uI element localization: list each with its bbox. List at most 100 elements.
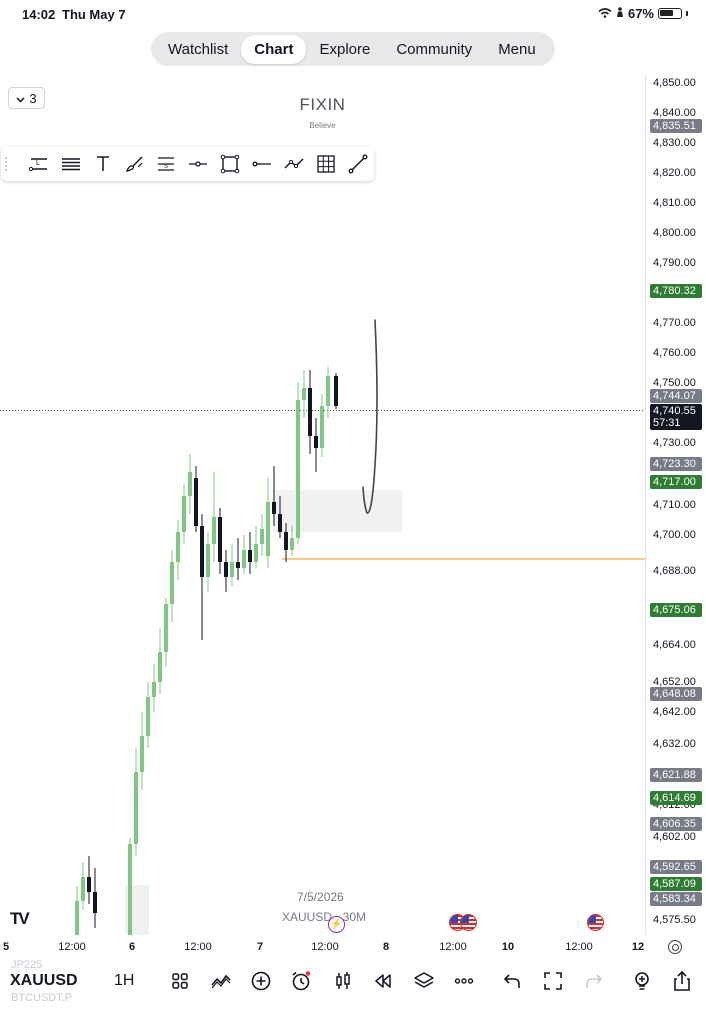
share-icon[interactable] xyxy=(670,969,694,993)
previous-symbol[interactable]: JP225 xyxy=(11,959,42,971)
replay-icon[interactable] xyxy=(371,969,395,993)
time-tick: 7 xyxy=(256,941,264,953)
price-badge: 4,614.69 xyxy=(650,791,702,805)
more-icon[interactable] xyxy=(452,969,476,993)
drag-handle-icon[interactable] xyxy=(5,157,15,171)
drawing-toolbar: L S xyxy=(1,147,374,181)
undo-icon[interactable] xyxy=(500,969,524,993)
last-price-badge: 4,740.55 57:31 xyxy=(650,404,702,430)
time-tick: 5 xyxy=(2,941,10,953)
fullscreen-icon[interactable] xyxy=(541,969,565,993)
status-indicators: 67% xyxy=(598,6,688,21)
candle-body xyxy=(146,697,150,736)
alert-icon[interactable] xyxy=(289,969,313,993)
symbol-button[interactable]: XAUUSD xyxy=(10,972,78,990)
axis-settings-icon[interactable] xyxy=(668,940,682,954)
price-axis[interactable]: 4,850.00 4,840.00 4,830.00 4,820.00 4,81… xyxy=(645,75,706,935)
candle-body xyxy=(134,772,138,844)
price-tick: 4,688.00 xyxy=(653,565,696,577)
horizontal-ray-icon[interactable] xyxy=(182,149,214,179)
candle-body xyxy=(128,844,132,935)
tab-chart[interactable]: Chart xyxy=(241,34,307,64)
bolt-icon[interactable]: ⚡ xyxy=(328,916,345,933)
price-tick: 4,700.00 xyxy=(653,529,696,541)
candle-body xyxy=(320,406,324,448)
chart-date: 7/5/2026 xyxy=(297,890,344,904)
svg-text:S: S xyxy=(164,164,168,170)
path-icon[interactable] xyxy=(278,149,310,179)
tab-menu[interactable]: Menu xyxy=(485,35,549,64)
time-tick: 8 xyxy=(382,941,390,953)
candle-body xyxy=(164,604,168,652)
us-flag-icon[interactable] xyxy=(587,914,604,931)
candle-body xyxy=(230,562,234,577)
indicators-icon[interactable] xyxy=(209,969,233,993)
bottom-toolbar: JP225 XAUUSD BTCUSDT.P 1H xyxy=(0,959,706,1024)
horizontal-line-icon[interactable] xyxy=(246,149,278,179)
horizontal-lines-icon[interactable] xyxy=(55,149,87,179)
candle-body xyxy=(260,529,264,544)
candle-body xyxy=(140,736,144,772)
add-icon[interactable] xyxy=(249,969,273,993)
layers-icon[interactable] xyxy=(412,969,436,993)
candles-icon[interactable] xyxy=(331,969,355,993)
trend-line-icon[interactable] xyxy=(342,149,374,179)
price-tick: 4,760.00 xyxy=(653,347,696,359)
price-badge: 4,587.09 xyxy=(650,877,702,891)
price-badge: 4,717.00 xyxy=(650,475,702,489)
candle-body xyxy=(194,478,198,526)
candle-body xyxy=(254,544,258,562)
trend-label-icon[interactable]: L xyxy=(23,149,55,179)
candle-body xyxy=(218,517,222,562)
us-flag-icon[interactable] xyxy=(460,914,477,931)
price-tick: 4,840.00 xyxy=(653,107,696,119)
price-badge: 4,744.07 xyxy=(650,389,702,403)
candle-body xyxy=(296,400,300,538)
candle-body xyxy=(176,532,180,562)
price-tick: 4,575.50 xyxy=(653,914,696,926)
time-tick: 12:00 xyxy=(184,941,212,953)
candle-body xyxy=(206,544,210,577)
supply-zone-box xyxy=(273,490,402,532)
tab-community[interactable]: Community xyxy=(383,35,485,64)
candle-body xyxy=(290,538,294,550)
time-tick: 12:00 xyxy=(439,941,467,953)
price-tick: 4,830.00 xyxy=(653,137,696,149)
candle-body xyxy=(266,502,270,556)
rectangle-icon[interactable] xyxy=(214,149,246,179)
price-badge: 4,583.34 xyxy=(650,892,702,906)
price-tick: 4,820.00 xyxy=(653,167,696,179)
tab-explore[interactable]: Explore xyxy=(306,35,383,64)
price-chart[interactable] xyxy=(0,75,645,935)
time-tick: 12 xyxy=(631,941,645,953)
candle-body xyxy=(152,682,156,697)
grid-icon[interactable] xyxy=(310,149,342,179)
candle-body xyxy=(302,388,306,400)
apps-icon[interactable] xyxy=(168,969,192,993)
bulb-icon[interactable] xyxy=(630,969,654,993)
price-tick: 4,632.00 xyxy=(653,738,696,750)
price-badge: 4,592.65 xyxy=(650,860,702,874)
battery-percent: 67% xyxy=(627,6,654,21)
text-icon[interactable] xyxy=(87,149,119,179)
top-navigation: Watchlist Chart Explore Community Menu xyxy=(151,32,555,66)
interval-button[interactable]: 1H xyxy=(114,972,134,990)
price-tick: 4,850.00 xyxy=(653,77,696,89)
brush-icon[interactable] xyxy=(119,149,151,179)
candle-body xyxy=(182,496,186,532)
redo-icon[interactable] xyxy=(582,969,606,993)
time-tick: 6 xyxy=(128,941,136,953)
tab-watchlist[interactable]: Watchlist xyxy=(155,35,241,64)
chart-pair: XAUUSD · 30M xyxy=(282,910,367,924)
price-badge: 4,621.88 xyxy=(650,768,702,782)
price-badge: 4,835.51 xyxy=(650,119,702,133)
battery-icon xyxy=(658,8,682,19)
time-axis[interactable]: 5 12:00 6 12:00 7 12:00 8 12:00 10 12:00… xyxy=(0,935,645,959)
fib-icon[interactable]: S xyxy=(151,149,183,179)
candle-body xyxy=(87,877,91,892)
next-symbol[interactable]: BTCUSDT.P xyxy=(11,992,72,1004)
candle-body xyxy=(75,901,79,935)
price-badge: 4,648.08 xyxy=(650,687,702,701)
time-tick: 10 xyxy=(501,941,515,953)
wifi-icon xyxy=(598,6,612,21)
